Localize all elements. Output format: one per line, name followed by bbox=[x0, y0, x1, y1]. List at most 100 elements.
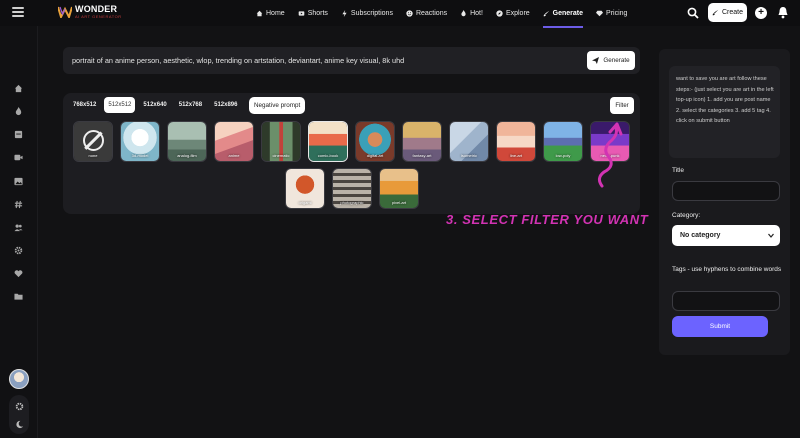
send-icon bbox=[592, 57, 600, 64]
filter-anime[interactable]: anime bbox=[214, 121, 254, 162]
brush-icon bbox=[543, 10, 549, 16]
nav-hot[interactable]: Hot! bbox=[460, 0, 483, 26]
brush-icon bbox=[712, 9, 719, 16]
video-icon bbox=[298, 10, 304, 16]
nav-home-label: Home bbox=[266, 9, 285, 17]
logo-icon bbox=[58, 6, 72, 18]
filter-label: isometric bbox=[460, 153, 477, 158]
size-option-768x512[interactable]: 768x512 bbox=[69, 97, 100, 113]
category-label: Category: bbox=[672, 212, 701, 219]
brand-subtitle: AI ART GENERATOR bbox=[75, 14, 122, 19]
notification-button[interactable] bbox=[777, 6, 789, 19]
nav-shorts[interactable]: Shorts bbox=[298, 0, 328, 26]
search-icon bbox=[687, 7, 699, 19]
filter-digital-art[interactable]: digital-art bbox=[355, 121, 395, 162]
filter-label: comic-book bbox=[317, 153, 339, 158]
filter-photographic[interactable]: photographic bbox=[332, 168, 372, 209]
tags-input[interactable] bbox=[672, 291, 780, 311]
moon-icon[interactable] bbox=[14, 419, 24, 429]
tags-label: Tags - use hyphens to combine words bbox=[672, 266, 782, 273]
search-button[interactable] bbox=[685, 5, 701, 21]
nav-explore[interactable]: Explore bbox=[496, 0, 530, 26]
filter-origami[interactable]: origami bbox=[285, 168, 325, 209]
settings-icon[interactable] bbox=[14, 401, 24, 411]
brand-title: WONDER bbox=[75, 4, 118, 14]
settings-icon[interactable] bbox=[13, 245, 23, 255]
filter-label: line-art bbox=[509, 153, 523, 158]
filter-label: pixel-art bbox=[391, 200, 407, 205]
info-box: want to save you are art follow these st… bbox=[669, 66, 780, 158]
filter-fantasy-art[interactable]: fantasy-art bbox=[402, 121, 442, 162]
create-button[interactable]: Create bbox=[708, 3, 747, 22]
smile-icon bbox=[406, 9, 413, 17]
menu-icon[interactable] bbox=[12, 7, 24, 17]
logo[interactable]: WONDER AI ART GENERATOR bbox=[58, 5, 122, 19]
negative-prompt-button[interactable]: Negative prompt bbox=[249, 97, 306, 114]
filter-pixel-art[interactable]: pixel-art bbox=[379, 168, 419, 209]
sidebar bbox=[0, 26, 38, 438]
users-icon[interactable] bbox=[13, 222, 23, 232]
nav-explore-label: Explore bbox=[505, 9, 530, 17]
chevron-down-icon bbox=[768, 233, 774, 238]
filter-3d-model[interactable]: 3d-model bbox=[120, 121, 160, 162]
filter-label: low-poly bbox=[555, 153, 571, 158]
bolt-icon bbox=[342, 9, 347, 17]
nav-subscriptions[interactable]: Subscriptions bbox=[341, 0, 393, 26]
nav-hot-label: Hot! bbox=[470, 9, 483, 17]
prompt-text[interactable]: portrait of an anime person, aesthetic, … bbox=[72, 56, 404, 65]
nav-subscriptions-label: Subscriptions bbox=[350, 9, 393, 17]
annotation-text: 3. SELECT FILTER YOU WANT bbox=[446, 212, 649, 227]
generate-button[interactable]: Generate bbox=[587, 51, 635, 70]
filter-label: cinematic bbox=[272, 153, 290, 158]
filter-label: 3d-model bbox=[131, 153, 149, 158]
add-button[interactable]: + bbox=[755, 7, 767, 19]
filter-label: anime bbox=[228, 153, 240, 158]
main-nav: Home Shorts Subscriptions Reactions Hot!… bbox=[256, 0, 627, 28]
filter-none[interactable]: none bbox=[73, 121, 113, 162]
image-icon[interactable] bbox=[13, 176, 23, 186]
size-option-512x896[interactable]: 512x896 bbox=[210, 97, 241, 113]
filter-label: photographic bbox=[340, 200, 364, 205]
size-option-512x512[interactable]: 512x512 bbox=[104, 97, 136, 113]
size-option-512x768[interactable]: 512x768 bbox=[175, 97, 206, 113]
nav-generate-label: Generate bbox=[552, 9, 584, 17]
title-input[interactable] bbox=[672, 181, 780, 201]
flame-icon bbox=[461, 9, 466, 16]
filter-line-art[interactable]: line-art bbox=[496, 121, 536, 162]
filter-label: none bbox=[88, 153, 98, 158]
size-options: 768x512 512x512 512x640 512x768 512x896 bbox=[69, 97, 241, 113]
filter-isometric[interactable]: isometric bbox=[449, 121, 489, 162]
filter-cinematic[interactable]: cinematic bbox=[261, 121, 301, 162]
bell-icon bbox=[778, 7, 788, 19]
nav-reactions-label: Reactions bbox=[415, 9, 448, 17]
avatar[interactable] bbox=[9, 369, 29, 389]
save-panel: want to save you are art follow these st… bbox=[659, 49, 790, 355]
nav-pricing-label: Pricing bbox=[606, 9, 628, 17]
submit-button[interactable]: Submit bbox=[672, 316, 768, 337]
nav-generate[interactable]: Generate bbox=[542, 0, 584, 28]
prompt-input[interactable]: portrait of an anime person, aesthetic, … bbox=[63, 47, 640, 74]
flame-icon[interactable] bbox=[13, 106, 23, 116]
nav-pricing[interactable]: Pricing bbox=[596, 0, 627, 26]
gallery-icon[interactable] bbox=[13, 129, 23, 139]
nav-home[interactable]: Home bbox=[256, 0, 285, 26]
filter-label: fantasy-art bbox=[412, 153, 432, 158]
home-icon bbox=[256, 10, 263, 16]
filter-low-poly[interactable]: low-poly bbox=[543, 121, 583, 162]
annotation-arrow bbox=[597, 122, 623, 188]
category-select[interactable]: No category bbox=[672, 225, 780, 246]
size-option-512x640[interactable]: 512x640 bbox=[139, 97, 170, 113]
sidebar-bottom-controls bbox=[9, 395, 29, 434]
diamond-icon bbox=[596, 10, 604, 16]
filter-comic-book[interactable]: comic-book bbox=[308, 121, 348, 162]
nav-reactions[interactable]: Reactions bbox=[406, 0, 447, 26]
filter-analog-film[interactable]: analog-film bbox=[167, 121, 207, 162]
filter-button[interactable]: Filter bbox=[610, 97, 634, 114]
home-icon[interactable] bbox=[13, 83, 23, 93]
video-icon[interactable] bbox=[13, 152, 23, 162]
hashtag-icon[interactable] bbox=[13, 199, 23, 209]
folder-icon[interactable] bbox=[13, 291, 23, 301]
heart-icon[interactable] bbox=[13, 268, 23, 278]
style-panel: 768x512 512x512 512x640 512x768 512x896 … bbox=[63, 93, 640, 214]
top-bar: WONDER AI ART GENERATOR Home Shorts Subs… bbox=[0, 0, 800, 28]
